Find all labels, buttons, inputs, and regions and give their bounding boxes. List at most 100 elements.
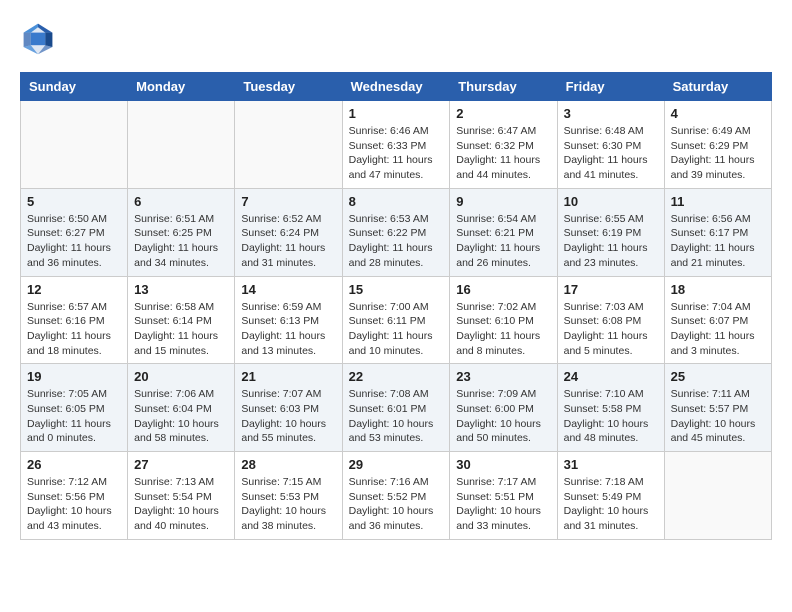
day-number: 24: [564, 369, 658, 384]
day-info: Sunrise: 7:03 AM Sunset: 6:08 PM Dayligh…: [564, 300, 658, 359]
calendar-cell: 29Sunrise: 7:16 AM Sunset: 5:52 PM Dayli…: [342, 452, 450, 540]
day-info: Sunrise: 7:13 AM Sunset: 5:54 PM Dayligh…: [134, 475, 228, 534]
calendar-cell: 14Sunrise: 6:59 AM Sunset: 6:13 PM Dayli…: [235, 276, 342, 364]
day-number: 13: [134, 282, 228, 297]
day-number: 25: [671, 369, 765, 384]
week-row-5: 26Sunrise: 7:12 AM Sunset: 5:56 PM Dayli…: [21, 452, 772, 540]
day-info: Sunrise: 7:09 AM Sunset: 6:00 PM Dayligh…: [456, 387, 550, 446]
day-info: Sunrise: 7:15 AM Sunset: 5:53 PM Dayligh…: [241, 475, 335, 534]
day-number: 31: [564, 457, 658, 472]
weekday-header-saturday: Saturday: [664, 73, 771, 101]
week-row-1: 1 Sunrise: 6:46 AM Sunset: 6:33 PM Daylig…: [21, 101, 772, 189]
day-info: Sunrise: 6:51 AM Sunset: 6:25 PM Dayligh…: [134, 212, 228, 271]
day-number: 22: [349, 369, 444, 384]
day-number: 18: [671, 282, 765, 297]
week-row-4: 19 Sunrise: 7:05 AM Sunset: 6:05 PM Dayli…: [21, 364, 772, 452]
calendar-cell: 24 Sunrise: 7:10 AM Sunset: 5:58 PM Dayli…: [557, 364, 664, 452]
day-number: 4: [671, 106, 765, 121]
calendar-cell: 6 Sunrise: 6:51 AM Sunset: 6:25 PM Daylig…: [128, 188, 235, 276]
day-info: Sunrise: 6:53 AM Sunset: 6:22 PM Dayligh…: [349, 212, 444, 271]
day-info: Sunrise: 7:11 AM Sunset: 5:57 PM Dayligh…: [671, 387, 765, 446]
day-info: Sunrise: 6:55 AM Sunset: 6:19 PM Dayligh…: [564, 212, 658, 271]
day-info: Sunrise: 7:05 AM Sunset: 6:05 PM Dayligh…: [27, 387, 121, 446]
calendar-cell: 5 Sunrise: 6:50 AM Sunset: 6:27 PM Daylig…: [21, 188, 128, 276]
calendar-cell: [235, 101, 342, 189]
weekday-header-monday: Monday: [128, 73, 235, 101]
calendar-cell: 3 Sunrise: 6:48 AM Sunset: 6:30 PM Daylig…: [557, 101, 664, 189]
day-number: 12: [27, 282, 121, 297]
calendar-cell: 18 Sunrise: 7:04 AM Sunset: 6:07 PM Dayli…: [664, 276, 771, 364]
calendar-cell: 31 Sunrise: 7:18 AM Sunset: 5:49 PM Dayli…: [557, 452, 664, 540]
day-number: 5: [27, 194, 121, 209]
day-info: Sunrise: 6:46 AM Sunset: 6:33 PM Dayligh…: [349, 124, 444, 183]
day-number: 6: [134, 194, 228, 209]
week-row-2: 5 Sunrise: 6:50 AM Sunset: 6:27 PM Daylig…: [21, 188, 772, 276]
weekday-header-sunday: Sunday: [21, 73, 128, 101]
calendar-cell: 26Sunrise: 7:12 AM Sunset: 5:56 PM Dayli…: [21, 452, 128, 540]
day-info: Sunrise: 6:50 AM Sunset: 6:27 PM Dayligh…: [27, 212, 121, 271]
calendar-cell: 11 Sunrise: 6:56 AM Sunset: 6:17 PM Dayli…: [664, 188, 771, 276]
day-number: 8: [349, 194, 444, 209]
weekday-header-wednesday: Wednesday: [342, 73, 450, 101]
day-info: Sunrise: 6:48 AM Sunset: 6:30 PM Dayligh…: [564, 124, 658, 183]
day-info: Sunrise: 6:57 AM Sunset: 6:16 PM Dayligh…: [27, 300, 121, 359]
day-number: 29: [349, 457, 444, 472]
day-number: 28: [241, 457, 335, 472]
day-info: Sunrise: 6:59 AM Sunset: 6:13 PM Dayligh…: [241, 300, 335, 359]
day-number: 7: [241, 194, 335, 209]
calendar-cell: 20 Sunrise: 7:06 AM Sunset: 6:04 PM Dayli…: [128, 364, 235, 452]
calendar-cell: 27Sunrise: 7:13 AM Sunset: 5:54 PM Dayli…: [128, 452, 235, 540]
calendar-cell: 15Sunrise: 7:00 AM Sunset: 6:11 PM Dayli…: [342, 276, 450, 364]
day-info: Sunrise: 7:00 AM Sunset: 6:11 PM Dayligh…: [349, 300, 444, 359]
week-row-3: 12 Sunrise: 6:57 AM Sunset: 6:16 PM Dayli…: [21, 276, 772, 364]
day-number: 17: [564, 282, 658, 297]
calendar-cell: 22 Sunrise: 7:08 AM Sunset: 6:01 PM Dayli…: [342, 364, 450, 452]
day-info: Sunrise: 7:10 AM Sunset: 5:58 PM Dayligh…: [564, 387, 658, 446]
day-number: 11: [671, 194, 765, 209]
day-info: Sunrise: 7:08 AM Sunset: 6:01 PM Dayligh…: [349, 387, 444, 446]
day-info: Sunrise: 6:56 AM Sunset: 6:17 PM Dayligh…: [671, 212, 765, 271]
calendar-cell: 17 Sunrise: 7:03 AM Sunset: 6:08 PM Dayli…: [557, 276, 664, 364]
calendar-cell: 13 Sunrise: 6:58 AM Sunset: 6:14 PM Dayli…: [128, 276, 235, 364]
calendar-cell: [664, 452, 771, 540]
calendar-cell: 2Sunrise: 6:47 AM Sunset: 6:32 PM Daylig…: [450, 101, 557, 189]
day-number: 30: [456, 457, 550, 472]
day-info: Sunrise: 6:49 AM Sunset: 6:29 PM Dayligh…: [671, 124, 765, 183]
day-info: Sunrise: 6:47 AM Sunset: 6:32 PM Dayligh…: [456, 124, 550, 183]
calendar-cell: 7 Sunrise: 6:52 AM Sunset: 6:24 PM Daylig…: [235, 188, 342, 276]
day-number: 20: [134, 369, 228, 384]
day-info: Sunrise: 7:02 AM Sunset: 6:10 PM Dayligh…: [456, 300, 550, 359]
day-info: Sunrise: 7:18 AM Sunset: 5:49 PM Dayligh…: [564, 475, 658, 534]
day-info: Sunrise: 6:58 AM Sunset: 6:14 PM Dayligh…: [134, 300, 228, 359]
weekday-header-row: SundayMondayTuesdayWednesdayThursdayFrid…: [21, 73, 772, 101]
calendar-cell: 10Sunrise: 6:55 AM Sunset: 6:19 PM Dayli…: [557, 188, 664, 276]
logo: [20, 20, 62, 56]
day-info: Sunrise: 7:12 AM Sunset: 5:56 PM Dayligh…: [27, 475, 121, 534]
calendar-cell: 1 Sunrise: 6:46 AM Sunset: 6:33 PM Daylig…: [342, 101, 450, 189]
calendar-cell: 16 Sunrise: 7:02 AM Sunset: 6:10 PM Dayli…: [450, 276, 557, 364]
calendar-cell: 25 Sunrise: 7:11 AM Sunset: 5:57 PM Dayli…: [664, 364, 771, 452]
day-info: Sunrise: 7:06 AM Sunset: 6:04 PM Dayligh…: [134, 387, 228, 446]
day-info: Sunrise: 6:52 AM Sunset: 6:24 PM Dayligh…: [241, 212, 335, 271]
calendar-cell: 23Sunrise: 7:09 AM Sunset: 6:00 PM Dayli…: [450, 364, 557, 452]
page-header: [20, 20, 772, 56]
weekday-header-friday: Friday: [557, 73, 664, 101]
day-number: 19: [27, 369, 121, 384]
day-info: Sunrise: 7:07 AM Sunset: 6:03 PM Dayligh…: [241, 387, 335, 446]
calendar-cell: [21, 101, 128, 189]
weekday-header-thursday: Thursday: [450, 73, 557, 101]
calendar-cell: 28 Sunrise: 7:15 AM Sunset: 5:53 PM Dayli…: [235, 452, 342, 540]
day-number: 16: [456, 282, 550, 297]
weekday-header-tuesday: Tuesday: [235, 73, 342, 101]
day-info: Sunrise: 7:04 AM Sunset: 6:07 PM Dayligh…: [671, 300, 765, 359]
logo-icon: [20, 20, 56, 56]
calendar-cell: 9Sunrise: 6:54 AM Sunset: 6:21 PM Daylig…: [450, 188, 557, 276]
calendar-cell: 12 Sunrise: 6:57 AM Sunset: 6:16 PM Dayli…: [21, 276, 128, 364]
day-number: 21: [241, 369, 335, 384]
calendar-cell: 19 Sunrise: 7:05 AM Sunset: 6:05 PM Dayli…: [21, 364, 128, 452]
day-info: Sunrise: 7:17 AM Sunset: 5:51 PM Dayligh…: [456, 475, 550, 534]
day-number: 1: [349, 106, 444, 121]
day-info: Sunrise: 6:54 AM Sunset: 6:21 PM Dayligh…: [456, 212, 550, 271]
day-number: 3: [564, 106, 658, 121]
calendar-cell: 21 Sunrise: 7:07 AM Sunset: 6:03 PM Dayli…: [235, 364, 342, 452]
